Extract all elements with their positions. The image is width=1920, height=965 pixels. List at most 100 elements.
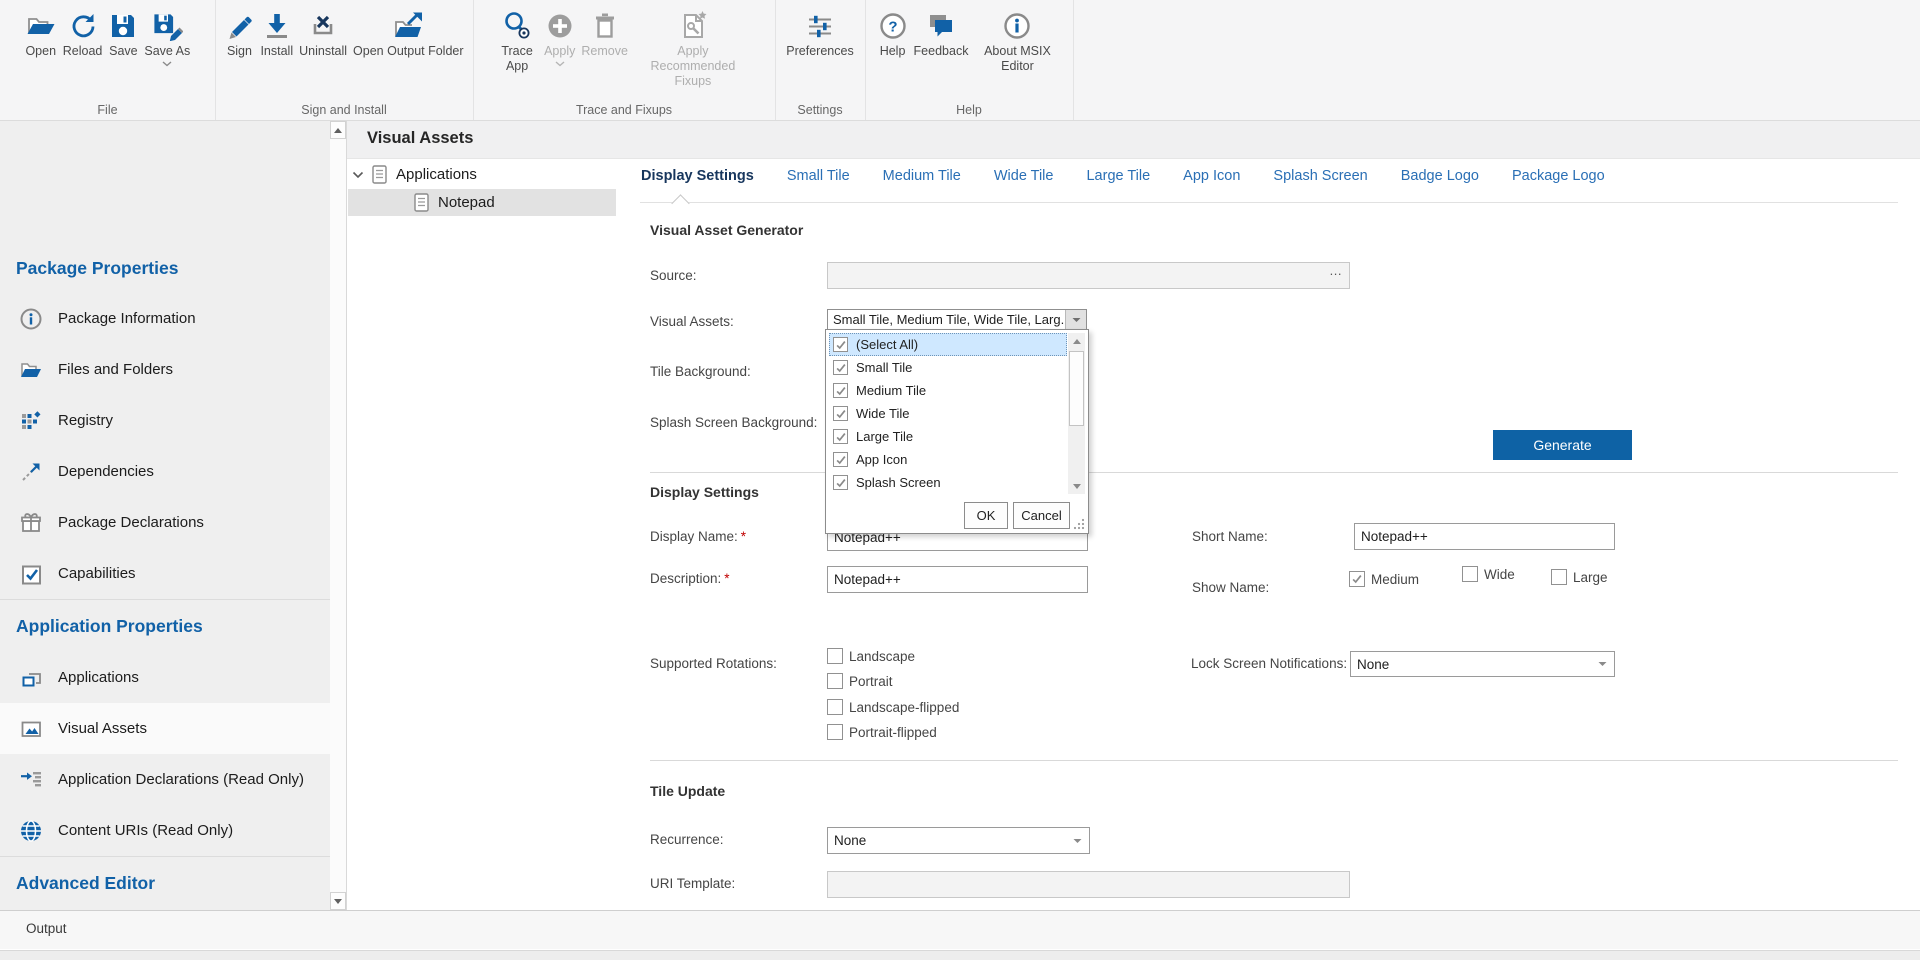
show-name-medium-checkbox[interactable]: Medium	[1349, 571, 1419, 587]
checkbox[interactable]	[833, 360, 848, 375]
files-folders-icon	[18, 358, 44, 382]
checkbox[interactable]	[833, 475, 848, 490]
tab-display-settings[interactable]: Display Settings	[641, 168, 754, 184]
chevron-down-icon[interactable]	[352, 171, 364, 179]
page-header: Visual Assets	[347, 121, 1920, 159]
uri-template-input[interactable]	[827, 871, 1350, 898]
tab-small-tile[interactable]: Small Tile	[787, 168, 850, 184]
feedback-button[interactable]: Feedback	[911, 5, 972, 59]
ribbon-group-help: ? Help Feedback About MSIX Editor	[865, 0, 1074, 120]
scroll-down-button[interactable]	[330, 892, 346, 910]
dropdown-option-large-tile[interactable]: Large Tile	[829, 425, 1067, 448]
dropdown-arrow-icon[interactable]	[1065, 310, 1086, 329]
checkbox[interactable]	[1349, 571, 1365, 587]
tree-node-notepad[interactable]: Notepad	[348, 189, 616, 216]
checkbox[interactable]	[1551, 569, 1567, 585]
dropdown-option-splash-screen[interactable]: Splash Screen	[829, 471, 1067, 494]
install-button[interactable]: Install	[257, 5, 296, 59]
dropdown-option-select-all[interactable]: (Select All)	[829, 333, 1067, 356]
scrollbar-thumb[interactable]	[1069, 351, 1084, 426]
open-output-folder-button[interactable]: Open Output Folder	[350, 5, 466, 59]
tab-large-tile[interactable]: Large Tile	[1086, 168, 1150, 184]
dropdown-option-small-tile[interactable]: Small Tile	[829, 356, 1067, 379]
resize-grip-icon[interactable]	[1073, 518, 1085, 530]
sidebar-scrollbar[interactable]	[330, 121, 347, 910]
recurrence-select[interactable]: None	[827, 827, 1090, 854]
tree-node-label: Applications	[396, 166, 477, 183]
open-button[interactable]: Open	[22, 5, 60, 59]
generate-button[interactable]: Generate	[1493, 430, 1632, 460]
save-button[interactable]: Save	[105, 5, 141, 59]
short-name-input[interactable]: Notepad++	[1354, 523, 1615, 550]
tab-app-icon[interactable]: App Icon	[1183, 168, 1240, 184]
checkbox[interactable]	[833, 406, 848, 421]
output-panel-bar[interactable]: Output	[0, 910, 1920, 949]
save-as-button[interactable]: Save As	[141, 5, 193, 67]
sidebar-item-files-and-folders[interactable]: Files and Folders	[0, 344, 330, 395]
checkbox[interactable]	[827, 648, 843, 664]
tab-wide-tile[interactable]: Wide Tile	[994, 168, 1054, 184]
sidebar-item-registry[interactable]: Registry	[0, 395, 330, 446]
sidebar-item-content-uris[interactable]: Content URIs (Read Only)	[0, 805, 330, 856]
sidebar-item-capabilities[interactable]: Capabilities	[0, 548, 330, 599]
dropdown-arrow-icon	[1598, 661, 1607, 667]
tab-splash-screen[interactable]: Splash Screen	[1273, 168, 1367, 184]
dropdown-option-app-icon[interactable]: App Icon	[829, 448, 1067, 471]
ribbon-group-label-file: File	[0, 103, 215, 117]
apply-button[interactable]: Apply	[541, 5, 578, 67]
save-icon	[108, 7, 138, 44]
browse-button[interactable]: ...	[1330, 263, 1342, 278]
preferences-button[interactable]: Preferences	[783, 5, 856, 59]
apply-recommended-fixups-button[interactable]: Apply Recommended Fixups	[631, 5, 755, 88]
rotation-portrait-checkbox[interactable]: Portrait	[827, 673, 893, 689]
sidebar-item-application-declarations[interactable]: Application Declarations (Read Only)	[0, 754, 330, 805]
visual-assets-combobox[interactable]: Small Tile, Medium Tile, Wide Tile, Larg…	[827, 309, 1087, 330]
sidebar-item-applications[interactable]: Applications	[0, 652, 330, 703]
package-information-icon	[18, 307, 44, 331]
sidebar-item-package-information[interactable]: Package Information	[0, 293, 330, 344]
sign-button[interactable]: Sign	[221, 5, 257, 59]
remove-button[interactable]: Remove	[578, 5, 631, 59]
about-msix-editor-button[interactable]: About MSIX Editor	[971, 5, 1063, 74]
uninstall-button[interactable]: Uninstall	[296, 5, 350, 59]
sidebar-item-package-declarations[interactable]: Package Declarations	[0, 497, 330, 548]
show-name-large-checkbox[interactable]: Large	[1551, 569, 1608, 585]
rotation-landscape-checkbox[interactable]: Landscape	[827, 648, 915, 664]
dropdown-option-wide-tile[interactable]: Wide Tile	[829, 402, 1067, 425]
tab-medium-tile[interactable]: Medium Tile	[883, 168, 961, 184]
scroll-up-button[interactable]	[1068, 333, 1085, 349]
chevron-down-icon	[162, 61, 172, 67]
rotation-portrait-flipped-checkbox[interactable]: Portrait-flipped	[827, 724, 937, 740]
scroll-up-button[interactable]	[330, 121, 346, 139]
dropdown-scrollbar[interactable]	[1068, 333, 1085, 494]
checkbox[interactable]	[833, 337, 848, 352]
checkbox[interactable]	[827, 724, 843, 740]
tab-package-logo[interactable]: Package Logo	[1512, 168, 1605, 184]
ok-button[interactable]: OK	[964, 502, 1008, 529]
reload-button[interactable]: Reload	[60, 5, 106, 59]
checkbox[interactable]	[827, 699, 843, 715]
ribbon-group-trace-fixups: Trace App Apply Remove	[473, 0, 776, 120]
description-input[interactable]: Notepad++	[827, 566, 1088, 593]
tab-badge-logo[interactable]: Badge Logo	[1401, 168, 1479, 184]
checkbox[interactable]	[1462, 566, 1478, 582]
sidebar-item-visual-assets[interactable]: Visual Assets	[0, 703, 330, 754]
source-input[interactable]: ...	[827, 262, 1350, 289]
checkbox[interactable]	[827, 673, 843, 689]
lock-screen-notifications-select[interactable]: None	[1350, 651, 1615, 677]
help-button[interactable]: ? Help	[875, 5, 911, 59]
rotation-landscape-flipped-checkbox[interactable]: Landscape-flipped	[827, 699, 959, 715]
checkbox[interactable]	[833, 383, 848, 398]
checkbox[interactable]	[833, 429, 848, 444]
dropdown-option-medium-tile[interactable]: Medium Tile	[829, 379, 1067, 402]
checkbox[interactable]	[833, 452, 848, 467]
trace-app-button[interactable]: Trace App	[493, 5, 541, 74]
recommended-fixups-icon	[677, 7, 709, 44]
tree-node-applications[interactable]: Applications	[352, 161, 477, 188]
cancel-button[interactable]: Cancel	[1013, 502, 1070, 529]
document-icon	[372, 165, 387, 184]
sidebar-item-dependencies[interactable]: Dependencies	[0, 446, 330, 497]
scroll-down-button[interactable]	[1068, 478, 1085, 494]
show-name-wide-checkbox[interactable]: Wide	[1462, 566, 1515, 582]
sidebar-heading-advanced-editor: Advanced Editor	[16, 871, 155, 895]
